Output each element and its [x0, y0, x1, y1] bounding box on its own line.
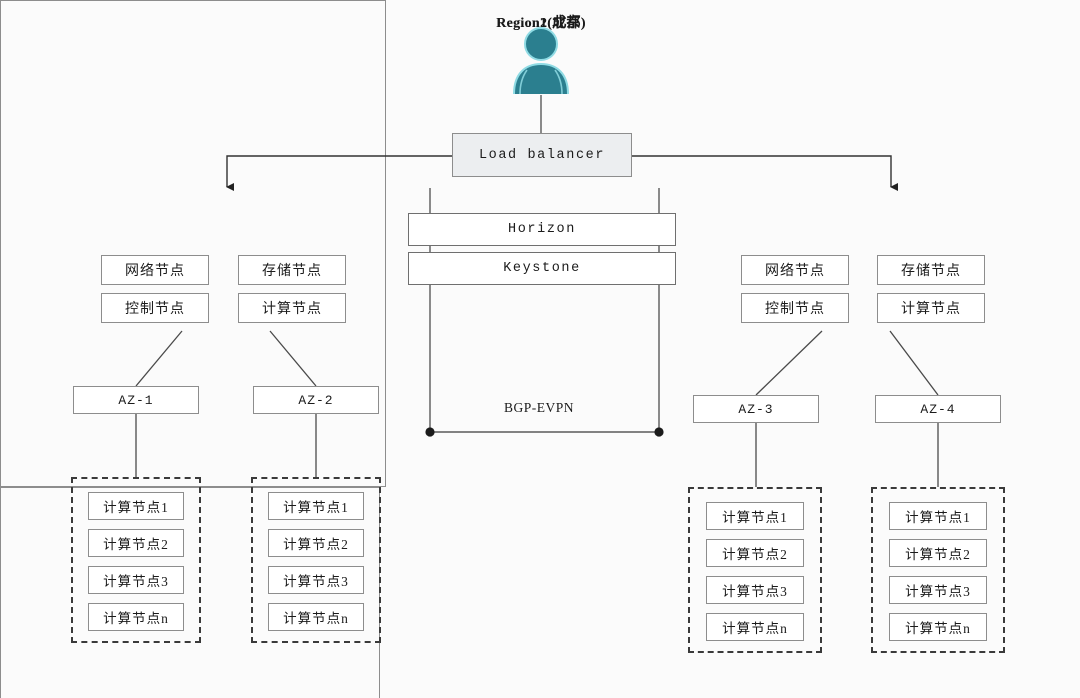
bgp-evpn-dot-right [654, 427, 664, 437]
az-1-compute-node-n-label: 计算节点n [103, 611, 169, 626]
bgp-evpn-dot-left [425, 427, 435, 437]
region2-node-compute[interactable]: 计算节点 [877, 293, 985, 323]
region2-title: Region2(成都) [496, 16, 586, 31]
az-3-compute-node-n-label: 计算节点n [722, 621, 788, 636]
az-3-compute-node-3[interactable]: 计算节点3 [706, 576, 804, 604]
region1-node-compute-label: 计算节点 [262, 302, 322, 317]
az-1-compute-node-2-label: 计算节点2 [103, 537, 169, 552]
az-1-compute-node-1-label: 计算节点1 [103, 500, 169, 515]
keystone-service-box[interactable]: Keystone [408, 252, 676, 285]
az-4-compute-node-n[interactable]: 计算节点n [889, 613, 987, 641]
az-1-compute-node-1[interactable]: 计算节点1 [88, 492, 184, 520]
region1-node-network-label: 网络节点 [125, 264, 185, 279]
az-4-compute-node-3-label: 计算节点3 [905, 584, 971, 599]
az-box-az-3[interactable]: AZ-3 [693, 395, 819, 423]
region2-node-storage-label: 存储节点 [901, 264, 961, 279]
region1-node-storage[interactable]: 存储节点 [238, 255, 346, 285]
region1-node-network[interactable]: 网络节点 [101, 255, 209, 285]
line-region1-to-az2 [269, 330, 317, 387]
line-region1-to-az1 [135, 330, 183, 387]
az-2-label: AZ-2 [298, 392, 334, 408]
bgp-evpn-label: BGP-EVPN [504, 400, 575, 415]
az-3-label: AZ-3 [738, 401, 774, 417]
az-box-az-4[interactable]: AZ-4 [875, 395, 1001, 423]
region2-node-compute-label: 计算节点 [901, 302, 961, 317]
line-loadbalancer-to-region1 [226, 155, 452, 191]
line-region2-to-az4 [889, 330, 939, 396]
az-4-compute-node-2[interactable]: 计算节点2 [889, 539, 987, 567]
az-3-compute-node-n[interactable]: 计算节点n [706, 613, 804, 641]
az-2-compute-node-3-label: 计算节点3 [283, 574, 349, 589]
az-3-compute-node-3-label: 计算节点3 [722, 584, 788, 599]
az-4-compute-node-n-label: 计算节点n [905, 621, 971, 636]
az-2-compute-node-2-label: 计算节点2 [283, 537, 349, 552]
az-box-az-2[interactable]: AZ-2 [253, 386, 379, 414]
horizon-label: Horizon [508, 222, 576, 237]
region1-node-storage-label: 存储节点 [262, 264, 322, 279]
az-4-compute-node-3[interactable]: 计算节点3 [889, 576, 987, 604]
az-box-az-1[interactable]: AZ-1 [73, 386, 199, 414]
region1-node-compute[interactable]: 计算节点 [238, 293, 346, 323]
az-2-compute-node-1-label: 计算节点1 [283, 500, 349, 515]
region1-node-control[interactable]: 控制节点 [101, 293, 209, 323]
line-loadbalancer-to-region2 [631, 155, 898, 191]
az-1-compute-node-2[interactable]: 计算节点2 [88, 529, 184, 557]
user-person-icon [513, 27, 569, 95]
az-2-compute-node-1[interactable]: 计算节点1 [268, 492, 364, 520]
region1-node-control-label: 控制节点 [125, 302, 185, 317]
az-3-compute-node-1[interactable]: 计算节点1 [706, 502, 804, 530]
az-4-label: AZ-4 [920, 401, 956, 417]
az-2-compute-node-2[interactable]: 计算节点2 [268, 529, 364, 557]
az-4-compute-node-1-label: 计算节点1 [905, 510, 971, 525]
az-2-compute-node-n[interactable]: 计算节点n [268, 603, 364, 631]
az-2-compute-node-3[interactable]: 计算节点3 [268, 566, 364, 594]
az-4-compute-node-1[interactable]: 计算节点1 [889, 502, 987, 530]
region2-node-storage[interactable]: 存储节点 [877, 255, 985, 285]
region2-node-network[interactable]: 网络节点 [741, 255, 849, 285]
az-1-label: AZ-1 [118, 392, 154, 408]
az-1-compute-node-n[interactable]: 计算节点n [88, 603, 184, 631]
az-3-compute-node-2-label: 计算节点2 [722, 547, 788, 562]
az-3-compute-node-2[interactable]: 计算节点2 [706, 539, 804, 567]
az-1-compute-node-3[interactable]: 计算节点3 [88, 566, 184, 594]
line-region2-to-az3 [755, 330, 823, 396]
load-balancer-box[interactable]: Load balancer [452, 133, 632, 177]
az-1-compute-node-3-label: 计算节点3 [103, 574, 169, 589]
region2-node-network-label: 网络节点 [765, 264, 825, 279]
region2-node-control[interactable]: 控制节点 [741, 293, 849, 323]
architecture-diagram-canvas: Load balancer Region1(北京) 网络节点 存储节点 控制节点… [0, 0, 1080, 698]
az-2-compute-node-n-label: 计算节点n [283, 611, 349, 626]
load-balancer-label: Load balancer [478, 147, 606, 163]
region2-node-control-label: 控制节点 [765, 302, 825, 317]
horizon-service-box[interactable]: Horizon [408, 213, 676, 246]
az-4-compute-node-2-label: 计算节点2 [905, 547, 971, 562]
keystone-label: Keystone [503, 261, 581, 276]
az-3-compute-node-1-label: 计算节点1 [722, 510, 788, 525]
